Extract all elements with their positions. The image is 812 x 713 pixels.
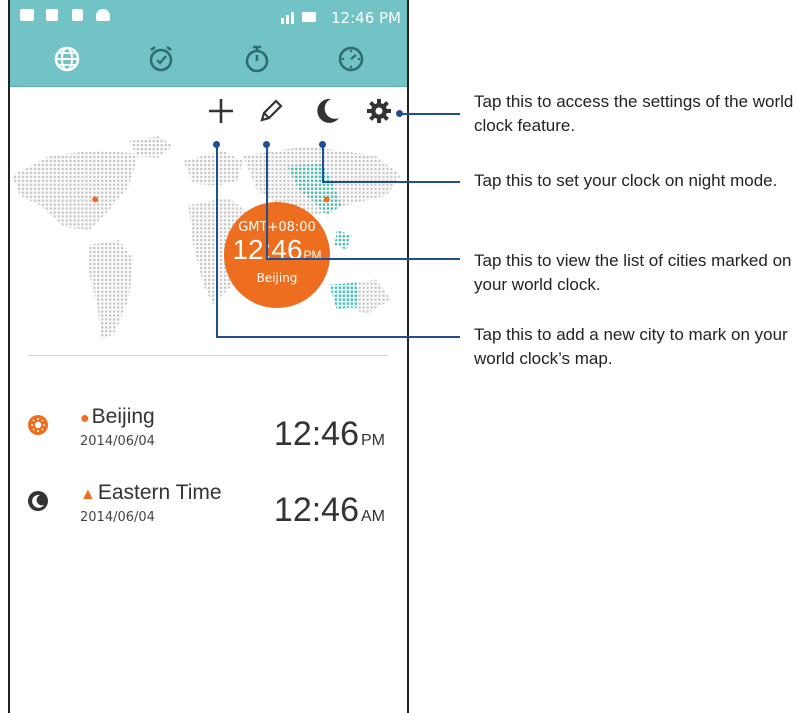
callout-line-edit <box>266 258 460 260</box>
battery-icon <box>302 12 316 22</box>
city-date: 2014/06/04 <box>80 434 155 449</box>
city-row-beijing[interactable]: ●Beijing 2014/06/04 12:46 PM <box>10 405 407 465</box>
world-map-dots <box>11 136 402 340</box>
gear-icon <box>367 99 391 123</box>
city-date: 2014/06/04 <box>80 510 155 525</box>
city-time: 12:46 PM <box>273 415 385 453</box>
city-name: ▲Eastern Time <box>80 481 222 504</box>
callout-night-mode: Tap this to set your clock on night mode… <box>474 171 778 190</box>
beijing-marker <box>323 196 330 203</box>
stopwatch-icon <box>245 45 269 73</box>
world-map <box>10 135 407 350</box>
globe-icon <box>54 46 80 72</box>
map-clock-city: Beijing <box>256 271 298 285</box>
sun-icon <box>28 415 48 435</box>
timer-icon <box>338 46 364 72</box>
location-pin-icon: ● <box>80 410 90 427</box>
edit-cities-button[interactable] <box>256 96 286 132</box>
callout-line-settings <box>400 113 460 115</box>
moon-icon <box>317 98 339 123</box>
callout-settings: Tap this to access the settings of the w… <box>474 92 794 135</box>
callout-add-city: Tap this to add a new city to mark on yo… <box>474 325 788 368</box>
callout-line-night <box>322 181 460 183</box>
alarm-clock-icon <box>149 46 173 72</box>
settings-button[interactable] <box>364 96 394 132</box>
divider <box>28 355 388 356</box>
clock-tab-bar <box>10 36 407 87</box>
pencil-icon <box>260 99 283 122</box>
map-clock-gmt: GMT+08:00 <box>238 220 316 235</box>
home-icon: ▲ <box>80 486 96 503</box>
signal-icon <box>281 18 284 24</box>
map-clock-badge[interactable]: GMT+08:00 12:46PM Beijing <box>224 202 330 308</box>
status-time: 12:46 PM <box>331 9 401 27</box>
city-name: ●Beijing <box>80 405 155 428</box>
tab-timer[interactable] <box>336 44 366 74</box>
callout-city-list: Tap this to view the list of cities mark… <box>474 251 792 294</box>
add-city-button[interactable] <box>206 96 236 132</box>
plus-icon <box>209 99 233 123</box>
callout-line-add <box>216 336 460 338</box>
android-icon <box>96 9 110 21</box>
city-time: 12:46 AM <box>273 491 385 529</box>
clipboard-icon <box>46 9 58 21</box>
moon-icon <box>28 491 48 511</box>
sd-card-icon <box>72 9 83 21</box>
map-clock-time: 12:46PM <box>232 234 322 265</box>
phone-screen: 12:46 PM GMT+08:00 PM Beijing ●Beijing 2… <box>8 0 409 713</box>
tab-stopwatch[interactable] <box>242 44 272 74</box>
city-row-eastern-time[interactable]: ▲Eastern Time 2014/06/04 12:46 AM <box>10 481 407 541</box>
eastern-time-marker <box>92 196 99 203</box>
image-icon <box>20 9 34 21</box>
tab-world-clock[interactable] <box>52 44 82 74</box>
night-mode-button[interactable] <box>313 96 343 132</box>
tab-alarm[interactable] <box>146 44 176 74</box>
status-bar: 12:46 PM <box>10 0 407 36</box>
